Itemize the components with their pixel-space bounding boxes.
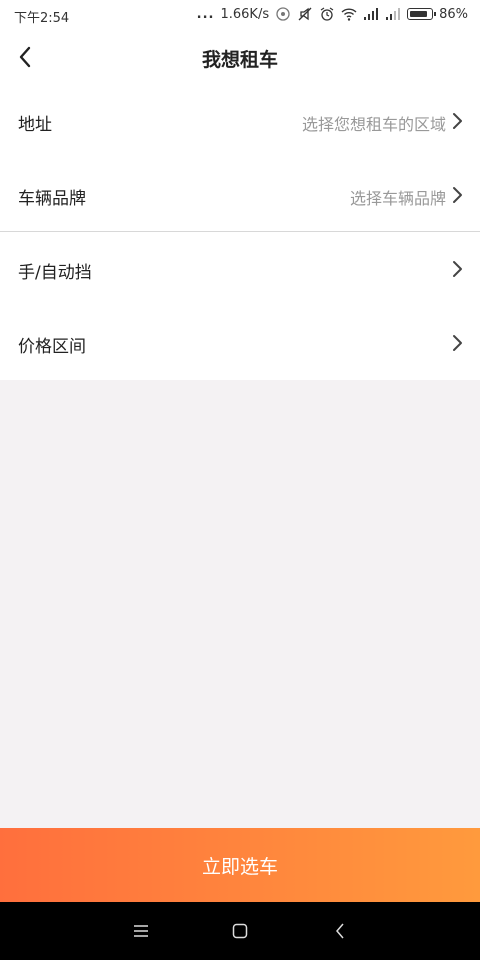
transmission-label: 手/自动挡	[18, 263, 92, 283]
brand-placeholder: 选择车辆品牌	[349, 189, 446, 208]
address-row[interactable]: 地址 选择您想租车的区域	[0, 84, 480, 158]
address-placeholder: 选择您想租车的区域	[301, 115, 446, 134]
chevron-right-icon	[453, 335, 462, 351]
wifi-icon	[341, 8, 357, 21]
page-title: 我想租车	[201, 49, 278, 71]
network-speed: 1.66K/s	[220, 6, 270, 22]
select-car-button[interactable]: 立即选车	[0, 828, 480, 902]
home-button[interactable]	[230, 921, 250, 941]
screen: 下午2:54 ... 1.66K/s 86% 我想租车 地址 选择您想租车的区域…	[0, 0, 480, 960]
battery-level: 86%	[439, 6, 468, 22]
address-label: 地址	[18, 115, 52, 135]
status-bar: 下午2:54 ... 1.66K/s 86%	[0, 0, 480, 30]
system-nav-bar	[0, 902, 480, 960]
chevron-right-icon	[453, 113, 462, 129]
price-range-label: 价格区间	[18, 337, 86, 357]
signal-weak-icon	[386, 8, 401, 20]
home-icon	[232, 923, 248, 939]
system-back-button[interactable]	[330, 921, 350, 941]
brand-label: 车辆品牌	[18, 189, 86, 209]
more-dots: ...	[196, 6, 215, 22]
back-icon	[336, 923, 344, 939]
status-indicators: ... 1.66K/s 86%	[197, 6, 468, 22]
rental-form: 地址 选择您想租车的区域 车辆品牌 选择车辆品牌 手/自动挡 价格区间	[0, 84, 480, 380]
alarm-icon	[320, 7, 334, 21]
menu-icon	[134, 925, 148, 937]
status-time: 下午2:54	[14, 11, 70, 26]
menu-button[interactable]	[131, 921, 151, 941]
chevron-right-icon	[453, 187, 462, 203]
transmission-row[interactable]: 手/自动挡	[0, 232, 480, 306]
nav-bar: 我想租车	[0, 30, 480, 84]
mute-icon	[298, 7, 312, 21]
location-icon	[276, 7, 290, 21]
brand-row[interactable]: 车辆品牌 选择车辆品牌	[0, 158, 480, 232]
chevron-right-icon	[453, 261, 462, 277]
battery-icon	[407, 8, 437, 20]
signal-icon	[364, 8, 379, 20]
price-range-row[interactable]: 价格区间	[0, 306, 480, 380]
